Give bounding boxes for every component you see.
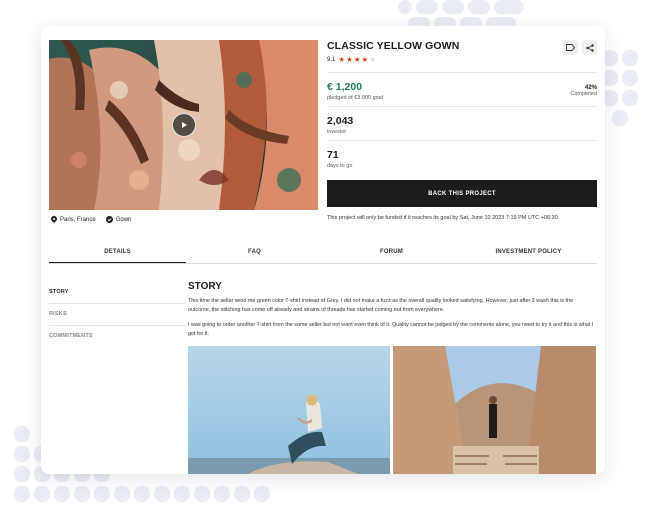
sidebar-item-risks[interactable]: RISKS [49, 304, 185, 326]
map-pin-icon [51, 216, 57, 223]
story-photo-seated-woman [188, 346, 390, 474]
story-paragraph-1: This time the seller send me green color… [188, 298, 574, 313]
project-info: CLASSIC YELLOW GOWN 9.1 ★★★★★ € 1,200 pl… [327, 40, 597, 174]
project-tags: Paris, France Gown [51, 216, 131, 223]
tab-faq[interactable]: FAQ [186, 243, 323, 263]
back-project-button[interactable]: BACK THIS PROJECT [327, 180, 597, 207]
story-section: STORY This time the seller send me green… [188, 281, 596, 345]
sidebar-item-commitments[interactable]: COMMITMENTS [49, 326, 185, 347]
header-actions [563, 40, 597, 55]
share-icon [585, 43, 594, 52]
project-video-thumbnail[interactable] [49, 40, 318, 210]
investors-caption: investor [327, 129, 347, 135]
sidebar-item-story[interactable]: STORY [49, 282, 185, 304]
story-paragraph-2: I was going to order another T-shirt fro… [188, 322, 594, 337]
days-count: 71 [327, 149, 339, 161]
tab-investment-policy[interactable]: INVESTMENT POLICY [460, 243, 597, 263]
location-tag[interactable]: Paris, France [51, 216, 96, 223]
share-button[interactable] [582, 40, 597, 55]
bookmark-button[interactable] [563, 40, 578, 55]
pledged-stat: € 1,200 pledged of €3,000 goal 42% Compl… [327, 72, 597, 106]
verified-badge-icon [105, 216, 113, 223]
days-stat: 71 days to go [327, 140, 597, 174]
photo-image [393, 346, 596, 474]
photo-image [188, 346, 390, 474]
play-button[interactable] [172, 113, 196, 137]
star-icon: ★ [369, 55, 378, 64]
pledged-amount: € 1,200 [327, 81, 363, 93]
investors-count: 2,043 [327, 115, 354, 127]
category-tag[interactable]: Gown [105, 216, 132, 223]
details-sidebar: STORY RISKS COMMITMENTS [49, 282, 185, 347]
rating-stars: ★★★★★ [338, 55, 377, 64]
tab-forum[interactable]: FORUM [323, 243, 460, 263]
completion-caption: Completed [570, 91, 597, 97]
project-title: CLASSIC YELLOW GOWN [327, 40, 460, 52]
decorative-pattern-right [602, 50, 638, 128]
story-heading: STORY [188, 281, 222, 292]
category-label: Gown [115, 216, 132, 223]
star-icon: ★ [346, 55, 354, 64]
project-card: Paris, France Gown CLASSIC YELLOW GOWN 9… [41, 26, 605, 474]
star-icon: ★ [338, 55, 347, 64]
star-icon: ★ [353, 55, 362, 64]
pledged-caption: pledged of €3,000 goal [327, 95, 383, 101]
tab-details[interactable]: DETAILS [49, 243, 186, 263]
funding-note: This project will only be funded if it r… [327, 215, 560, 221]
tag-icon [566, 44, 575, 51]
location-label: Paris, France [60, 216, 96, 223]
tab-bar: DETAILS FAQ FORUM INVESTMENT POLICY [49, 243, 597, 264]
days-caption: days to go [327, 163, 353, 169]
rating-value: 9.1 [327, 56, 336, 63]
project-rating: 9.1 ★★★★★ [327, 55, 597, 64]
completion: 42% Completed [570, 85, 597, 97]
investors-stat: 2,043 investor [327, 106, 597, 140]
story-photo-standing-woman [393, 346, 596, 474]
play-icon [182, 122, 187, 128]
